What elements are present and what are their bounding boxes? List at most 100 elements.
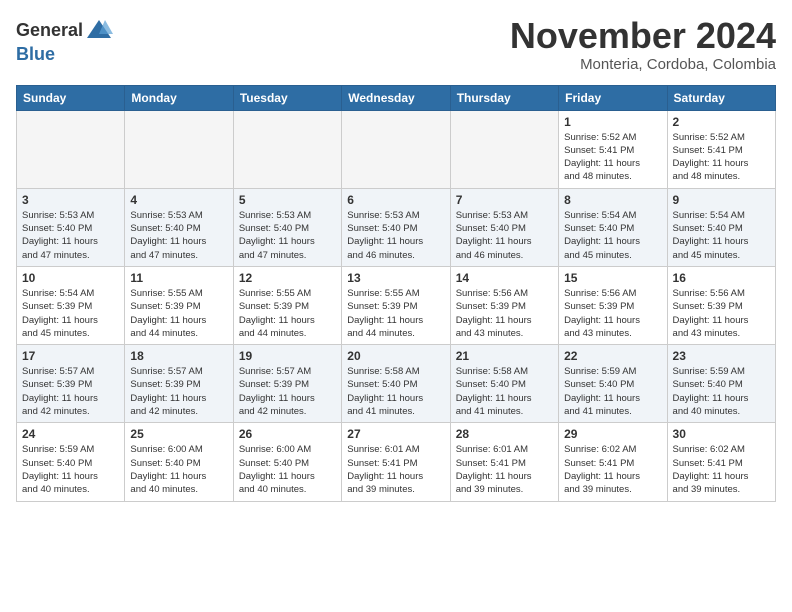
calendar-week-5: 24 Sunrise: 5:59 AM Sunset: 5:40 PM Dayli… (17, 423, 776, 501)
calendar-cell: 10Sunrise: 5:54 AM Sunset: 5:39 PM Dayli… (17, 266, 125, 344)
day-number: 7 (456, 193, 553, 207)
calendar-cell: 19 Sunrise: 5:57 AM Sunset: 5:39 PM Dayli… (233, 345, 341, 423)
logo-icon (85, 16, 113, 44)
day-info: Sunrise: 5:58 AM Sunset: 5:40 PM Dayligh… (456, 365, 553, 418)
day-number: 12 (239, 271, 336, 285)
day-info: Sunrise: 5:57 AM Sunset: 5:39 PM Dayligh… (239, 365, 336, 418)
day-info: Sunrise: 6:01 AM Sunset: 5:41 PM Dayligh… (456, 443, 553, 496)
day-number: 22 (564, 349, 661, 363)
day-number: 24 (22, 427, 119, 441)
calendar-cell: 25Sunrise: 6:00 AM Sunset: 5:40 PM Dayli… (125, 423, 233, 501)
day-info: Sunrise: 5:53 AM Sunset: 5:40 PM Dayligh… (456, 209, 553, 262)
calendar-cell: 6 Sunrise: 5:53 AM Sunset: 5:40 PM Daylig… (342, 188, 450, 266)
location-subtitle: Monteria, Cordoba, Colombia (510, 56, 776, 73)
day-number: 4 (130, 193, 227, 207)
day-number: 6 (347, 193, 444, 207)
calendar-cell: 7 Sunrise: 5:53 AM Sunset: 5:40 PM Daylig… (450, 188, 558, 266)
calendar-cell: 1 Sunrise: 5:52 AM Sunset: 5:41 PM Daylig… (559, 110, 667, 188)
calendar-cell: 8 Sunrise: 5:54 AM Sunset: 5:40 PM Daylig… (559, 188, 667, 266)
calendar-cell: 11 Sunrise: 5:55 AM Sunset: 5:39 PM Dayli… (125, 266, 233, 344)
calendar-cell: 26Sunrise: 6:00 AM Sunset: 5:40 PM Dayli… (233, 423, 341, 501)
day-info: Sunrise: 5:52 AM Sunset: 5:41 PM Dayligh… (564, 131, 661, 184)
day-info: Sunrise: 5:55 AM Sunset: 5:39 PM Dayligh… (347, 287, 444, 340)
calendar-cell: 24 Sunrise: 5:59 AM Sunset: 5:40 PM Dayli… (17, 423, 125, 501)
title-block: November 2024 Monteria, Cordoba, Colombi… (510, 16, 776, 73)
day-number: 9 (673, 193, 770, 207)
day-info: Sunrise: 5:59 AM Sunset: 5:40 PM Dayligh… (673, 365, 770, 418)
day-number: 5 (239, 193, 336, 207)
day-info: Sunrise: 5:59 AM Sunset: 5:40 PM Dayligh… (564, 365, 661, 418)
day-number: 15 (564, 271, 661, 285)
day-number: 8 (564, 193, 661, 207)
day-number: 26 (239, 427, 336, 441)
calendar-cell: 13 Sunrise: 5:55 AM Sunset: 5:39 PM Dayli… (342, 266, 450, 344)
calendar-cell: 28Sunrise: 6:01 AM Sunset: 5:41 PM Dayli… (450, 423, 558, 501)
calendar-cell: 30 Sunrise: 6:02 AM Sunset: 5:41 PM Dayli… (667, 423, 775, 501)
calendar-cell (125, 110, 233, 188)
weekday-sunday: Sunday (17, 85, 125, 110)
day-number: 13 (347, 271, 444, 285)
day-number: 21 (456, 349, 553, 363)
page-header: General Blue November 2024 Monteria, Cor… (16, 16, 776, 73)
calendar-cell: 14Sunrise: 5:56 AM Sunset: 5:39 PM Dayli… (450, 266, 558, 344)
day-info: Sunrise: 5:54 AM Sunset: 5:40 PM Dayligh… (564, 209, 661, 262)
day-number: 3 (22, 193, 119, 207)
calendar-cell: 9 Sunrise: 5:54 AM Sunset: 5:40 PM Daylig… (667, 188, 775, 266)
calendar-cell: 27 Sunrise: 6:01 AM Sunset: 5:41 PM Dayli… (342, 423, 450, 501)
calendar-cell: 29 Sunrise: 6:02 AM Sunset: 5:41 PM Dayli… (559, 423, 667, 501)
calendar-cell: 21 Sunrise: 5:58 AM Sunset: 5:40 PM Dayli… (450, 345, 558, 423)
calendar-week-1: 1 Sunrise: 5:52 AM Sunset: 5:41 PM Daylig… (17, 110, 776, 188)
calendar-week-4: 17 Sunrise: 5:57 AM Sunset: 5:39 PM Dayli… (17, 345, 776, 423)
calendar-cell: 5 Sunrise: 5:53 AM Sunset: 5:40 PM Daylig… (233, 188, 341, 266)
day-info: Sunrise: 5:56 AM Sunset: 5:39 PM Dayligh… (564, 287, 661, 340)
calendar-cell: 23 Sunrise: 5:59 AM Sunset: 5:40 PM Dayli… (667, 345, 775, 423)
calendar-cell (17, 110, 125, 188)
calendar-cell: 2Sunrise: 5:52 AM Sunset: 5:41 PM Daylig… (667, 110, 775, 188)
day-info: Sunrise: 5:54 AM Sunset: 5:40 PM Dayligh… (673, 209, 770, 262)
day-number: 29 (564, 427, 661, 441)
logo: General Blue (16, 16, 113, 65)
day-info: Sunrise: 5:58 AM Sunset: 5:40 PM Dayligh… (347, 365, 444, 418)
day-number: 18 (130, 349, 227, 363)
day-number: 14 (456, 271, 553, 285)
day-info: Sunrise: 5:55 AM Sunset: 5:39 PM Dayligh… (239, 287, 336, 340)
day-info: Sunrise: 5:53 AM Sunset: 5:40 PM Dayligh… (130, 209, 227, 262)
calendar-week-3: 10Sunrise: 5:54 AM Sunset: 5:39 PM Dayli… (17, 266, 776, 344)
calendar-cell: 22 Sunrise: 5:59 AM Sunset: 5:40 PM Dayli… (559, 345, 667, 423)
calendar-cell (342, 110, 450, 188)
day-number: 19 (239, 349, 336, 363)
calendar-cell: 15 Sunrise: 5:56 AM Sunset: 5:39 PM Dayli… (559, 266, 667, 344)
weekday-wednesday: Wednesday (342, 85, 450, 110)
day-info: Sunrise: 5:56 AM Sunset: 5:39 PM Dayligh… (673, 287, 770, 340)
calendar-header: SundayMondayTuesdayWednesdayThursdayFrid… (17, 85, 776, 110)
day-info: Sunrise: 5:54 AM Sunset: 5:39 PM Dayligh… (22, 287, 119, 340)
day-info: Sunrise: 5:55 AM Sunset: 5:39 PM Dayligh… (130, 287, 227, 340)
day-number: 2 (673, 115, 770, 129)
day-number: 23 (673, 349, 770, 363)
weekday-saturday: Saturday (667, 85, 775, 110)
day-number: 17 (22, 349, 119, 363)
day-info: Sunrise: 6:02 AM Sunset: 5:41 PM Dayligh… (673, 443, 770, 496)
calendar-week-2: 3 Sunrise: 5:53 AM Sunset: 5:40 PM Daylig… (17, 188, 776, 266)
calendar-cell: 4 Sunrise: 5:53 AM Sunset: 5:40 PM Daylig… (125, 188, 233, 266)
day-info: Sunrise: 5:57 AM Sunset: 5:39 PM Dayligh… (22, 365, 119, 418)
day-number: 30 (673, 427, 770, 441)
day-info: Sunrise: 5:53 AM Sunset: 5:40 PM Dayligh… (22, 209, 119, 262)
logo-general: General (16, 20, 83, 41)
calendar-cell: 20 Sunrise: 5:58 AM Sunset: 5:40 PM Dayli… (342, 345, 450, 423)
day-info: Sunrise: 5:59 AM Sunset: 5:40 PM Dayligh… (22, 443, 119, 496)
day-info: Sunrise: 5:53 AM Sunset: 5:40 PM Dayligh… (239, 209, 336, 262)
day-number: 11 (130, 271, 227, 285)
weekday-monday: Monday (125, 85, 233, 110)
day-info: Sunrise: 6:01 AM Sunset: 5:41 PM Dayligh… (347, 443, 444, 496)
calendar-cell: 12 Sunrise: 5:55 AM Sunset: 5:39 PM Dayli… (233, 266, 341, 344)
day-number: 20 (347, 349, 444, 363)
calendar-cell: 17 Sunrise: 5:57 AM Sunset: 5:39 PM Dayli… (17, 345, 125, 423)
day-info: Sunrise: 6:02 AM Sunset: 5:41 PM Dayligh… (564, 443, 661, 496)
day-info: Sunrise: 5:53 AM Sunset: 5:40 PM Dayligh… (347, 209, 444, 262)
day-number: 1 (564, 115, 661, 129)
day-number: 27 (347, 427, 444, 441)
calendar-cell: 18Sunrise: 5:57 AM Sunset: 5:39 PM Dayli… (125, 345, 233, 423)
weekday-tuesday: Tuesday (233, 85, 341, 110)
weekday-header-row: SundayMondayTuesdayWednesdayThursdayFrid… (17, 85, 776, 110)
